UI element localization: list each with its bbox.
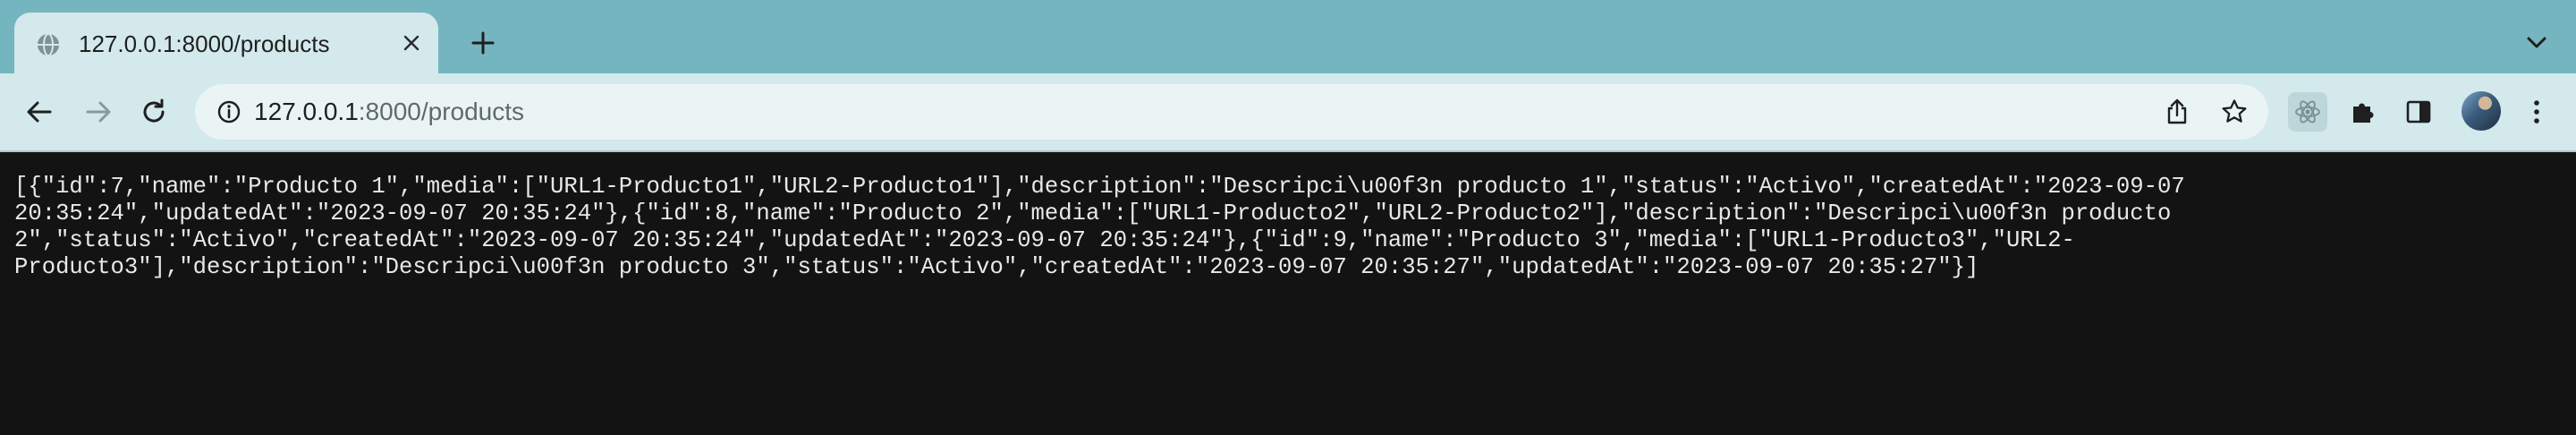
json-line: 2","status":"Activo","createdAt":"2023-0…: [14, 227, 2075, 253]
json-response: [{"id":7,"name":"Producto 1","media":["U…: [14, 174, 2555, 281]
arrow-right-icon: [86, 101, 111, 123]
site-info-icon[interactable]: [216, 99, 242, 124]
bookmark-star-icon[interactable]: [2215, 92, 2254, 132]
extensions-button[interactable]: [2343, 92, 2383, 132]
tab-strip: 127.0.0.1:8000/products: [0, 0, 2576, 73]
address-bar[interactable]: 127.0.0.1:8000/products: [195, 84, 2268, 140]
json-line: Producto3"],"description":"Descripci\u00…: [14, 254, 1979, 280]
forward-button[interactable]: [79, 92, 118, 132]
url-text[interactable]: 127.0.0.1:8000/products: [254, 84, 524, 140]
arrow-left-icon: [27, 101, 52, 123]
back-button[interactable]: [20, 92, 59, 132]
close-tab-icon[interactable]: [397, 29, 426, 57]
json-line: [{"id":7,"name":"Producto 1","media":["U…: [14, 174, 2185, 200]
chevron-down-icon: [2527, 37, 2546, 48]
tab-search-button[interactable]: [2519, 25, 2555, 61]
more-vertical-icon: [2534, 100, 2539, 124]
globe-icon: [36, 32, 61, 57]
reload-button[interactable]: [134, 92, 174, 132]
plus-icon: [471, 31, 495, 55]
side-panel-button[interactable]: [2399, 92, 2438, 132]
browser-tab[interactable]: 127.0.0.1:8000/products: [14, 13, 438, 73]
browser-toolbar: 127.0.0.1:8000/products: [0, 73, 2576, 152]
tab-title: 127.0.0.1:8000/products: [79, 30, 330, 57]
puzzle-icon: [2353, 103, 2374, 123]
side-panel-icon: [2406, 100, 2431, 124]
profile-avatar[interactable]: [2462, 91, 2501, 131]
react-atom-icon: [2295, 100, 2320, 124]
browser-menu-button[interactable]: [2517, 92, 2556, 132]
react-devtools-extension[interactable]: [2288, 92, 2327, 132]
url-host: 127.0.0.1: [254, 98, 359, 125]
new-tab-button[interactable]: [465, 25, 501, 61]
url-path: :8000/products: [358, 98, 525, 125]
share-icon[interactable]: [2157, 92, 2197, 132]
reload-icon: [143, 98, 165, 123]
json-line: 20:35:24","updatedAt":"2023-09-07 20:35:…: [14, 200, 2172, 226]
